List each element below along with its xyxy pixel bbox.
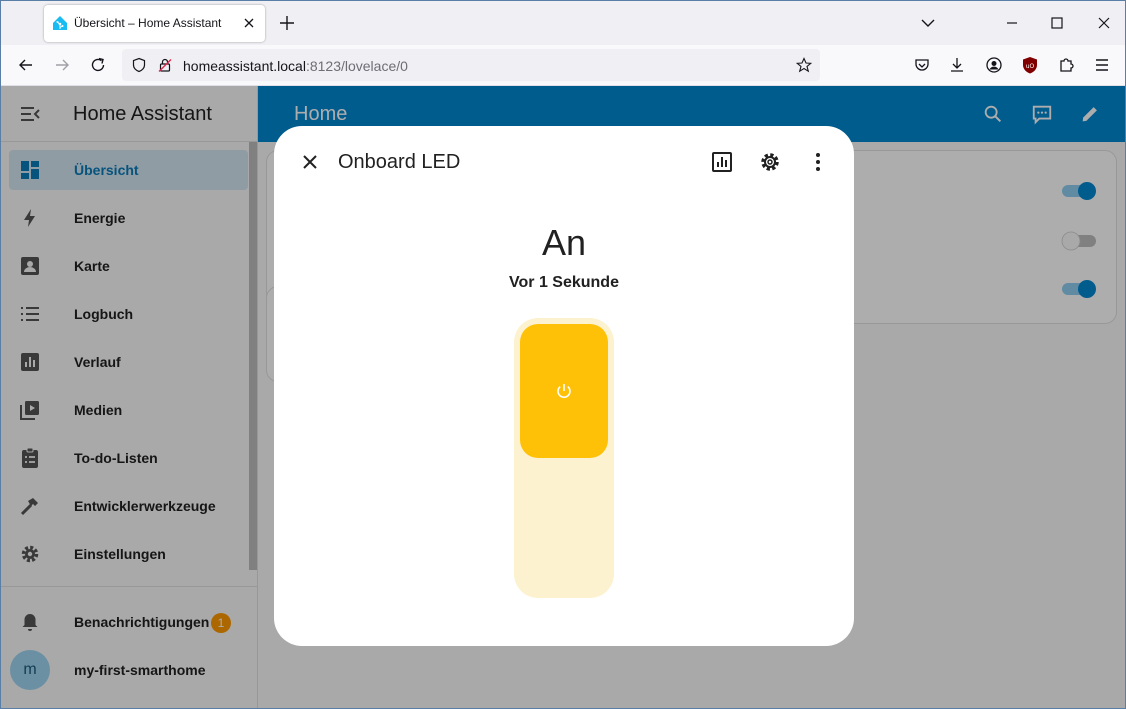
dialog-title: Onboard LED xyxy=(338,151,461,173)
tab-strip: Übersicht – Home Assistant xyxy=(1,1,1125,45)
entity-state: An xyxy=(541,222,587,263)
big-toggle-switch[interactable] xyxy=(514,318,614,598)
home-assistant-page: Home Home Assistant Übersicht Energie Ka… xyxy=(1,86,1125,708)
window-close-icon[interactable] xyxy=(1094,13,1114,33)
history-chart-icon[interactable] xyxy=(710,150,734,174)
home-assistant-favicon xyxy=(53,16,67,30)
browser-window: Übersicht – Home Assistant homeassistant… xyxy=(0,0,1126,709)
account-icon[interactable] xyxy=(984,55,1004,75)
extensions-icon[interactable] xyxy=(1056,55,1076,75)
url-bar[interactable]: homeassistant.local:8123/lovelace/0 xyxy=(122,49,820,81)
maximize-icon[interactable] xyxy=(1047,13,1067,33)
back-arrow-icon[interactable] xyxy=(16,55,36,75)
new-tab-icon[interactable] xyxy=(277,13,297,33)
insecure-lock-icon[interactable] xyxy=(157,57,173,73)
url-path: :8123/lovelace/0 xyxy=(305,58,408,74)
more-info-dialog: Onboard LED An Vor 1 Sekunde xyxy=(274,126,854,646)
pocket-icon[interactable] xyxy=(912,55,932,75)
ublock-shield-icon[interactable]: uO xyxy=(1020,55,1040,75)
bookmark-star-icon[interactable] xyxy=(796,57,812,73)
power-icon xyxy=(557,384,571,398)
shield-icon[interactable] xyxy=(131,57,147,73)
reload-icon[interactable] xyxy=(88,55,108,75)
last-changed: Vor 1 Sekunde xyxy=(509,274,619,291)
close-icon[interactable] xyxy=(298,150,322,174)
url-text: homeassistant.local:8123/lovelace/0 xyxy=(183,58,408,74)
svg-text:uO: uO xyxy=(1026,63,1035,70)
minimize-icon[interactable] xyxy=(1002,13,1022,33)
menu-icon[interactable] xyxy=(1092,55,1112,75)
forward-arrow-icon[interactable] xyxy=(52,55,72,75)
download-icon[interactable] xyxy=(947,55,967,75)
tab-title: Übersicht – Home Assistant xyxy=(74,16,222,30)
browser-tab[interactable]: Übersicht – Home Assistant xyxy=(44,5,265,42)
more-vertical-icon[interactable] xyxy=(806,150,830,174)
url-host: homeassistant.local xyxy=(183,58,306,74)
switch-thumb[interactable] xyxy=(520,324,608,458)
navigation-bar: homeassistant.local:8123/lovelace/0 uO xyxy=(1,45,1125,86)
chevron-down-icon[interactable] xyxy=(918,13,938,33)
close-icon[interactable] xyxy=(241,15,257,31)
settings-gear-icon[interactable] xyxy=(758,150,782,174)
